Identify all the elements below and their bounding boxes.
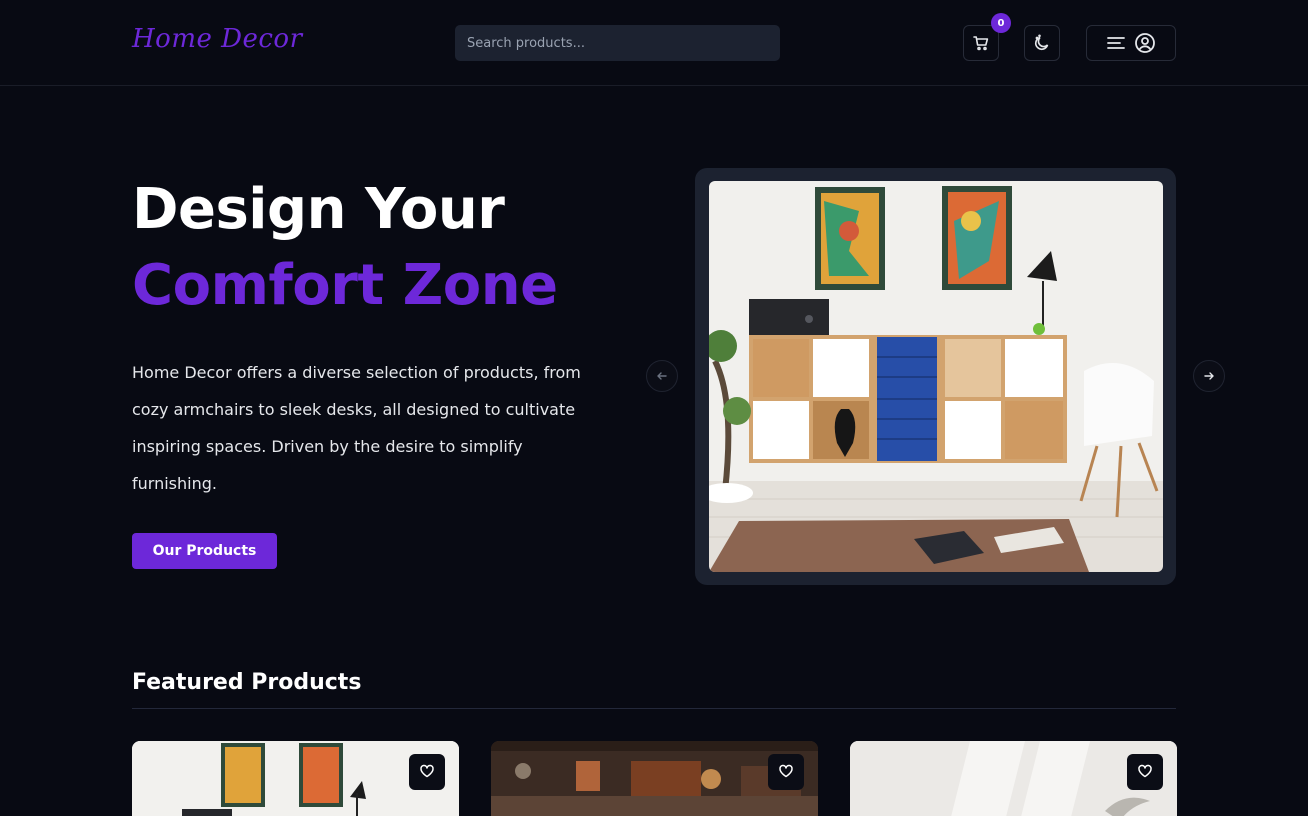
heart-icon bbox=[778, 763, 794, 782]
account-menu-button[interactable] bbox=[1086, 25, 1176, 61]
navbar: Home Decor 0 bbox=[0, 0, 1308, 86]
user-icon bbox=[1134, 32, 1156, 54]
hero-title-line2: Comfort Zone bbox=[132, 253, 558, 318]
hero-description: Home Decor offers a diverse selection of… bbox=[132, 363, 581, 493]
wishlist-button[interactable] bbox=[1127, 754, 1163, 790]
wishlist-button[interactable] bbox=[409, 754, 445, 790]
cart-icon bbox=[972, 34, 990, 52]
wishlist-button[interactable] bbox=[768, 754, 804, 790]
heart-icon bbox=[419, 763, 435, 782]
hero-title-line1: Design Your bbox=[132, 177, 505, 242]
menu-icon bbox=[1106, 35, 1126, 51]
hero-carousel bbox=[695, 168, 1176, 585]
section-divider bbox=[132, 708, 1176, 709]
moon-icon bbox=[1033, 34, 1051, 52]
arrow-right-icon bbox=[1203, 367, 1215, 386]
featured-products-title: Featured Products bbox=[132, 670, 362, 695]
hero-image bbox=[709, 181, 1163, 572]
cart-count-badge: 0 bbox=[991, 13, 1011, 33]
product-card[interactable] bbox=[850, 741, 1177, 816]
arrow-left-icon bbox=[656, 367, 668, 386]
product-card[interactable] bbox=[491, 741, 818, 816]
theme-toggle-button[interactable] bbox=[1024, 25, 1060, 61]
carousel-prev-button[interactable] bbox=[646, 360, 678, 392]
carousel-next-button[interactable] bbox=[1193, 360, 1225, 392]
hero-title: Design Your Comfort Zone bbox=[132, 172, 558, 324]
heart-icon bbox=[1137, 763, 1153, 782]
logo[interactable]: Home Decor bbox=[132, 24, 303, 54]
product-card[interactable] bbox=[132, 741, 459, 816]
our-products-button[interactable]: Our Products bbox=[132, 533, 277, 569]
search-input[interactable] bbox=[455, 25, 780, 61]
